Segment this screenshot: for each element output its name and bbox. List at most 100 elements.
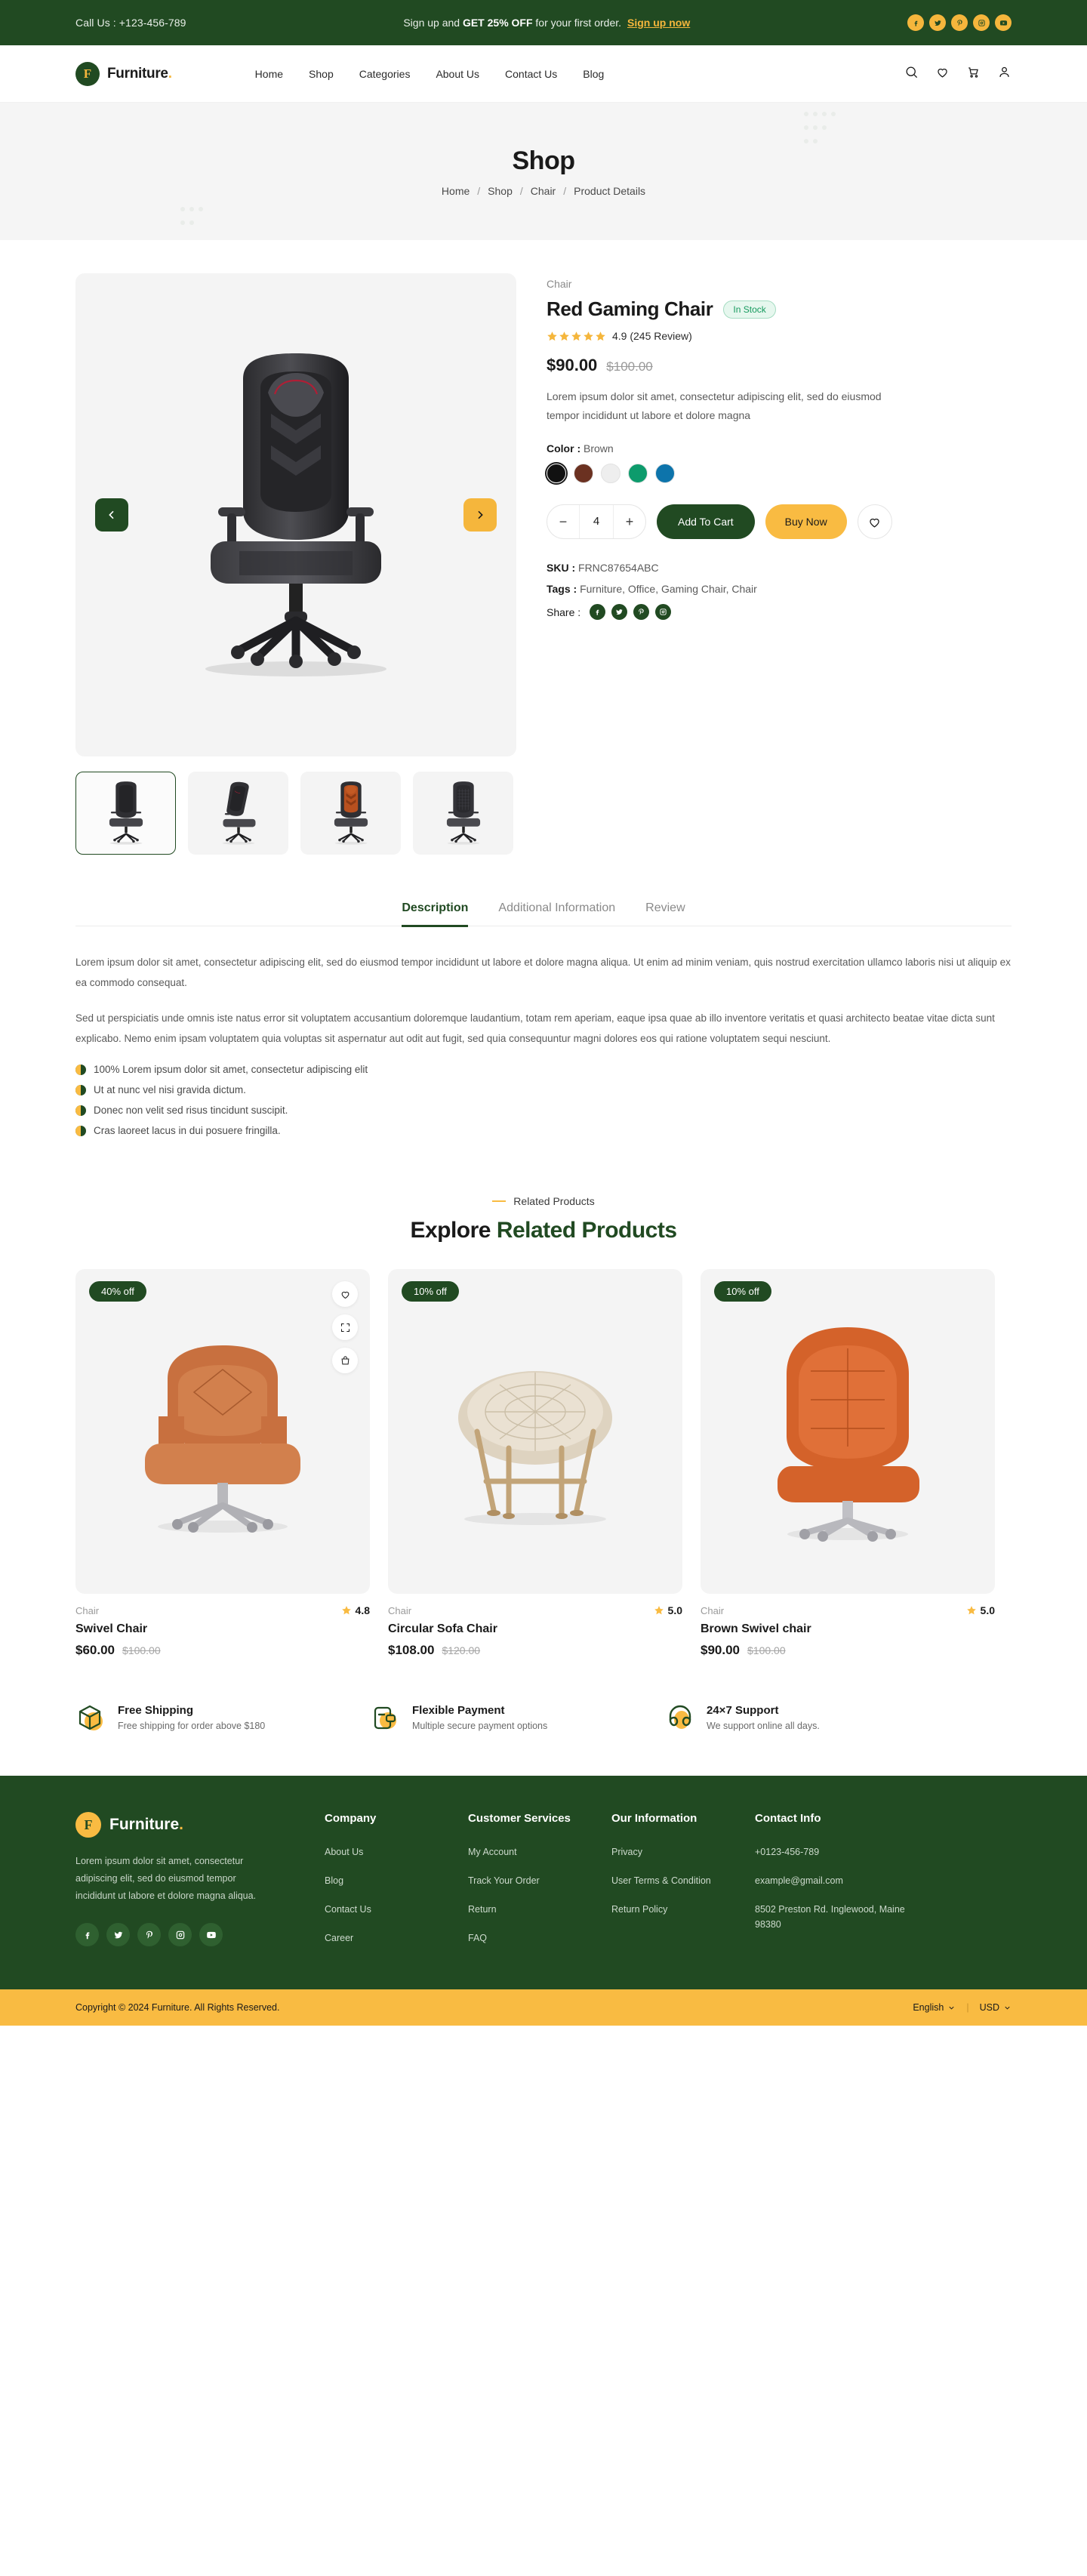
account-icon[interactable] (997, 65, 1012, 83)
footer-link-career[interactable]: Career (325, 1930, 468, 1946)
buy-now-button[interactable]: Buy Now (765, 504, 847, 539)
color-swatch-brown[interactable] (574, 464, 593, 483)
footer-logo[interactable]: F Furniture. (75, 1812, 325, 1838)
youtube-icon[interactable] (995, 14, 1012, 31)
signup-now-link[interactable]: Sign up now (627, 17, 690, 29)
color-swatch-white[interactable] (601, 464, 620, 483)
footer-link-contact-us[interactable]: Contact Us (325, 1902, 468, 1917)
chevron-down-icon (1005, 2006, 1010, 2010)
color-swatch-black[interactable] (547, 464, 566, 483)
footer-link-faq[interactable]: FAQ (468, 1930, 611, 1946)
cart-icon[interactable] (966, 65, 981, 83)
pinterest-icon[interactable] (951, 14, 968, 31)
product-title: Red Gaming Chair (547, 297, 713, 320)
related-products-carousel[interactable]: 40% off Chair 4.8 Swivel Chair $60.00 $1… (75, 1269, 1012, 1658)
product-card-category: Chair (388, 1604, 412, 1616)
add-to-wishlist-button[interactable] (857, 504, 892, 539)
product-category: Chair (547, 278, 572, 290)
footer-contact-email[interactable]: example@gmail.com (755, 1873, 928, 1888)
product-card-rating-value: 5.0 (667, 1604, 682, 1616)
wishlist-heart-icon[interactable] (332, 1281, 358, 1307)
footer-link-return-policy[interactable]: Return Policy (611, 1902, 755, 1917)
share-pinterest-icon[interactable] (633, 604, 650, 620)
nav-item-categories[interactable]: Categories (359, 68, 411, 80)
decorative-dots-right (802, 109, 838, 149)
brand-logo[interactable]: F Furniture. (75, 61, 172, 86)
quantity-increase-button[interactable]: + (614, 505, 645, 538)
wallet-icon (370, 1702, 402, 1733)
product-card-price-row: $60.00 $100.00 (75, 1643, 370, 1658)
footer-link-return[interactable]: Return (468, 1902, 611, 1917)
decorative-dots-left (178, 204, 205, 231)
topbar-social-links (907, 14, 1012, 31)
gallery-next-button[interactable] (463, 498, 497, 532)
add-to-cart-icon[interactable] (332, 1348, 358, 1373)
language-selector[interactable]: English (913, 2002, 956, 2013)
tab-additional-information[interactable]: Additional Information (498, 901, 615, 926)
feature-text: Multiple secure payment options (412, 1721, 548, 1731)
footer-link-my-account[interactable]: My Account (468, 1844, 611, 1860)
breadcrumb-shop[interactable]: Shop (488, 185, 513, 197)
footer-link-track-your-order[interactable]: Track Your Order (468, 1873, 611, 1888)
footer-link-user-terms[interactable]: User Terms & Condition (611, 1873, 755, 1888)
feature-free-shipping: Free Shipping Free shipping for order ab… (75, 1702, 370, 1733)
share-facebook-icon[interactable] (590, 604, 606, 620)
product-card-name[interactable]: Brown Swivel chair (701, 1622, 995, 1636)
product-card[interactable]: 10% off (388, 1269, 682, 1658)
thumbnail-3[interactable] (300, 772, 401, 855)
nav-item-home[interactable]: Home (255, 68, 283, 80)
product-card-price: $108.00 (388, 1643, 435, 1657)
product-card-name[interactable]: Circular Sofa Chair (388, 1622, 682, 1636)
product-card[interactable]: 10% off (701, 1269, 995, 1658)
footer-brand-dot: . (179, 1816, 184, 1833)
facebook-icon[interactable] (907, 14, 924, 31)
nav-item-blog[interactable]: Blog (583, 68, 604, 80)
gallery-prev-button[interactable] (95, 498, 128, 532)
nav-item-shop[interactable]: Shop (309, 68, 334, 80)
related-products-section: Related Products Explore Related Product… (75, 1145, 1012, 1658)
product-tabs-section: Description Additional Information Revie… (75, 855, 1012, 1136)
gaming-chair-image (205, 353, 386, 676)
footer-link-blog[interactable]: Blog (325, 1873, 468, 1888)
page-title: Shop (512, 146, 575, 175)
tab-review[interactable]: Review (645, 901, 685, 926)
quantity-value[interactable]: 4 (579, 505, 614, 538)
facebook-icon[interactable] (75, 1923, 99, 1947)
search-icon[interactable] (904, 65, 919, 83)
instagram-icon[interactable] (973, 14, 990, 31)
nav-links: Home Shop Categories About Us Contact Us… (255, 68, 605, 80)
expand-icon[interactable] (332, 1314, 358, 1340)
share-row: Share : (547, 604, 1012, 620)
footer-contact-phone[interactable]: +0123-456-789 (755, 1844, 928, 1860)
nav-item-about-us[interactable]: About Us (436, 68, 479, 80)
twitter-icon[interactable] (106, 1923, 130, 1947)
wishlist-heart-icon[interactable] (935, 65, 950, 83)
breadcrumb-chair[interactable]: Chair (531, 185, 556, 197)
tab-description[interactable]: Description (402, 901, 469, 927)
footer-link-privacy[interactable]: Privacy (611, 1844, 755, 1860)
color-swatch-blue[interactable] (655, 464, 675, 483)
product-card[interactable]: 40% off Chair 4.8 Swivel Chair $60.00 $1… (75, 1269, 370, 1658)
share-instagram-icon[interactable] (655, 604, 672, 620)
pinterest-icon[interactable] (137, 1923, 161, 1947)
thumbnail-1[interactable] (75, 772, 176, 855)
thumbnail-4[interactable] (413, 772, 513, 855)
share-twitter-icon[interactable] (611, 604, 628, 620)
twitter-icon[interactable] (929, 14, 946, 31)
footer-link-about-us[interactable]: About Us (325, 1844, 468, 1860)
feature-title: Free Shipping (118, 1704, 194, 1717)
description-paragraph-2: Sed ut perspiciatis unde omnis iste natu… (75, 1012, 995, 1044)
currency-selector[interactable]: USD (980, 2002, 1012, 2013)
headset-icon (664, 1702, 696, 1733)
instagram-icon[interactable] (168, 1923, 192, 1947)
add-to-cart-button[interactable]: Add To Cart (657, 504, 755, 539)
nav-item-contact-us[interactable]: Contact Us (505, 68, 557, 80)
quantity-decrease-button[interactable]: − (547, 505, 579, 538)
product-card-name[interactable]: Swivel Chair (75, 1622, 370, 1636)
youtube-icon[interactable] (199, 1923, 223, 1947)
footer-social-links (75, 1923, 325, 1947)
shipping-box-icon (75, 1702, 107, 1733)
color-swatch-green[interactable] (628, 464, 648, 483)
breadcrumb-home[interactable]: Home (442, 185, 470, 197)
thumbnail-2[interactable] (188, 772, 288, 855)
